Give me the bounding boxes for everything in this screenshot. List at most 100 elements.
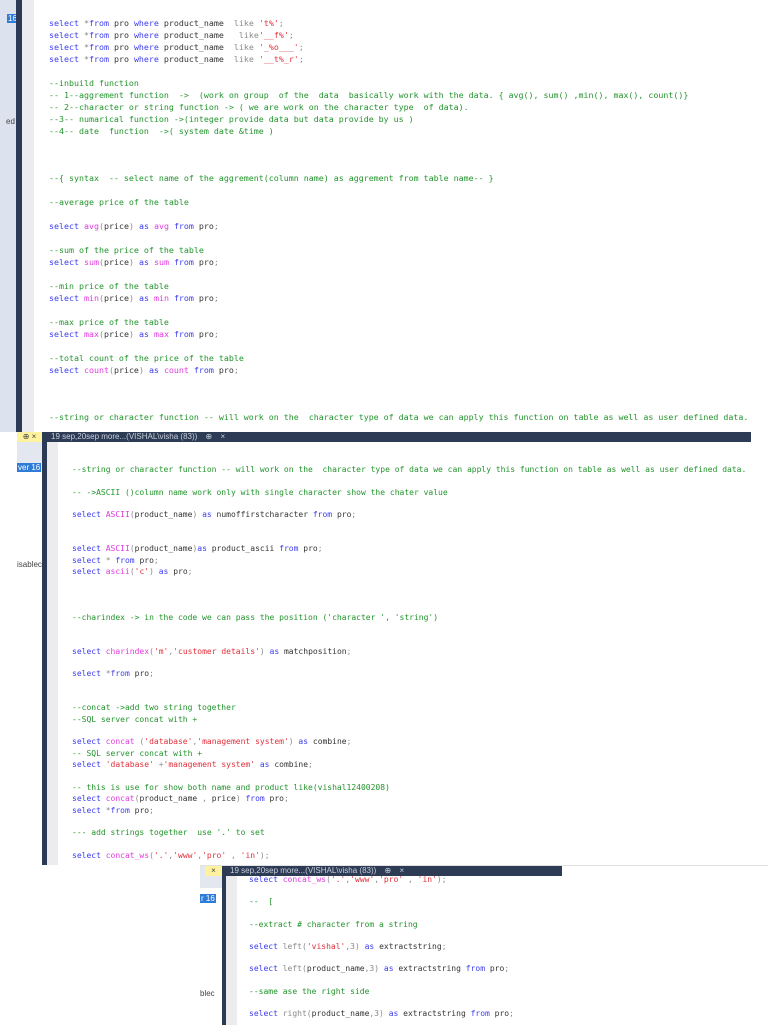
keyword-token: from — [279, 544, 304, 554]
identifier-token: product_ascii — [211, 544, 280, 554]
pinned-tab[interactable]: × — [205, 866, 222, 876]
code-line[interactable]: -- this is use for show both name and pr… — [72, 783, 390, 792]
code-line[interactable]: select *from pro where product_name like… — [49, 18, 284, 28]
code-line[interactable]: select concat_ws('.','www','pro' , 'in')… — [249, 875, 447, 884]
code-line[interactable]: --max price of the table — [49, 317, 169, 327]
code-line[interactable]: --- add strings together use '.' to set — [72, 828, 265, 837]
keyword-token: select — [49, 41, 84, 52]
identifier-token: pro — [198, 292, 214, 303]
tab-title[interactable]: 19 sep,20sep more...(VISHAL\visha (83)) — [230, 866, 376, 875]
code-line[interactable]: select concat_ws('.','www','pro' , 'in')… — [72, 851, 270, 860]
code-line[interactable]: select * from pro; — [72, 556, 159, 565]
code-line[interactable]: select min(price) as min from pro; — [49, 293, 219, 303]
operator-token: left( — [282, 941, 307, 951]
operator-token: ); — [436, 875, 447, 884]
operator-token: ; — [298, 53, 304, 64]
code-line[interactable]: -- [ — [249, 897, 273, 906]
code-line[interactable]: --average price of the table — [49, 197, 189, 207]
string-literal-token: '__f%' — [258, 29, 289, 40]
keyword-token: where — [133, 29, 164, 40]
code-line[interactable]: select count(price) as count from pro; — [49, 365, 239, 375]
keyword-token: from — [312, 510, 337, 520]
function-token: min — [153, 292, 174, 303]
keyword-token: as — [138, 292, 154, 303]
code-editor[interactable]: select concat_ws('.','www','pro' , 'in')… — [249, 875, 768, 1025]
identifier-token: product_name — [306, 964, 365, 974]
pin-icon[interactable]: ⊕ — [385, 866, 392, 875]
keyword-token: select — [49, 18, 84, 28]
identifier-token: product_name — [163, 53, 234, 64]
function-token: concat — [105, 737, 140, 747]
code-editor[interactable]: --string or character function -- will w… — [72, 465, 751, 865]
code-line[interactable]: select ascii('c') as pro; — [72, 567, 192, 576]
code-line[interactable]: -- 2--character or string function -> ( … — [49, 102, 469, 112]
code-line[interactable]: --total count of the price of the table — [49, 353, 244, 363]
code-line[interactable]: select left(product_name,3) as extractst… — [249, 964, 509, 973]
identifier-token: pro — [113, 18, 134, 28]
operator-token: ) — [128, 257, 139, 267]
code-line[interactable]: --charindex -> in the code we can pass t… — [72, 613, 438, 622]
operator-token: ; — [441, 941, 447, 951]
keyword-token: from — [88, 53, 114, 64]
keyword-token: as — [388, 1008, 404, 1018]
code-line[interactable]: select charindex('m','customer details')… — [72, 647, 351, 656]
string-literal-token: 'www' — [173, 850, 198, 860]
code-line[interactable]: --concat ->add two string together — [72, 703, 236, 712]
code-line[interactable]: --extract # character from a string — [249, 920, 418, 929]
code-line[interactable]: select avg(price) as avg from pro; — [49, 221, 219, 231]
code-line[interactable]: --min price of the table — [49, 281, 169, 291]
operator-token: , — [408, 875, 418, 884]
identifier-token: numoffirstcharacter — [216, 510, 313, 520]
code-line[interactable]: -- SQL server concat with + — [72, 749, 202, 758]
code-line[interactable]: select ASCII(product_name)as product_asc… — [72, 544, 323, 553]
keyword-token: as — [138, 221, 154, 232]
code-line[interactable]: --inbuild function — [49, 78, 139, 88]
server-node-selected[interactable]: r 16 — [200, 894, 216, 903]
tree-node-partial[interactable]: ed — [6, 117, 15, 126]
code-line[interactable]: select concat ('database','management sy… — [72, 737, 351, 746]
code-line[interactable]: -- ->ASCII ()column name work only with … — [72, 488, 448, 497]
code-line[interactable]: select 'database' +'management system' a… — [72, 760, 313, 769]
pin-icon[interactable]: ⊕ — [23, 432, 30, 441]
code-line[interactable]: select right(product_name,3) as extracts… — [249, 1009, 514, 1018]
code-line[interactable]: select *from pro; — [72, 806, 154, 815]
code-line[interactable]: --{ syntax -- select name of the aggreme… — [49, 173, 494, 183]
close-icon[interactable]: × — [399, 866, 404, 875]
code-line[interactable]: --SQL server concat with + — [72, 715, 197, 724]
code-line[interactable]: --3-- numarical function ->(integer prov… — [49, 114, 414, 124]
code-line[interactable]: select *from pro where product_name like… — [49, 54, 304, 64]
tab-title[interactable]: 19 sep,20sep more...(VISHAL\visha (83)) — [51, 432, 197, 441]
code-line[interactable]: select *from pro where product_name like… — [49, 30, 294, 40]
code-line[interactable]: --4-- date function ->( system date &tim… — [49, 126, 274, 136]
identifier-token: product_name — [163, 18, 234, 28]
pin-icon[interactable]: ⊕ — [206, 432, 213, 441]
comment-token: --4-- date function ->( system date &tim… — [49, 125, 274, 136]
code-editor[interactable]: select *from pro where product_name like… — [49, 18, 768, 432]
close-icon[interactable]: × — [211, 866, 216, 875]
code-line[interactable]: select left('vishal',3) as extractstring… — [249, 942, 447, 951]
code-line[interactable]: select *from pro; — [72, 669, 154, 678]
query-tab[interactable]: 19 sep,20sep more...(VISHAL\visha (83)) … — [47, 432, 751, 442]
tree-node-partial[interactable]: blec — [200, 989, 215, 998]
close-icon[interactable]: × — [32, 432, 37, 441]
code-line[interactable]: --sum of the price of the table — [49, 245, 204, 255]
code-line[interactable]: select sum(price) as sum from pro; — [49, 257, 219, 267]
close-icon[interactable]: × — [220, 432, 225, 441]
pinned-tab[interactable]: ⊕ × — [17, 432, 42, 442]
editor-panel-2: ⊕ × ver 16 isablec 19 sep,20sep more...(… — [17, 432, 751, 865]
code-line[interactable]: select ASCII(product_name) as numoffirst… — [72, 510, 356, 519]
code-line[interactable]: --string or character function -- will w… — [72, 465, 746, 474]
code-line[interactable]: -- 1--aggrement function -> (work on gro… — [49, 90, 688, 100]
keyword-token: as — [158, 567, 174, 577]
tree-node-partial[interactable]: isablec — [17, 560, 42, 569]
comment-token: --min price of the table — [49, 280, 169, 291]
code-line[interactable]: --string or character function -- will w… — [49, 412, 748, 422]
code-line[interactable]: select *from pro where product_name like… — [49, 42, 304, 52]
function-token: sum — [83, 257, 99, 267]
server-node-selected[interactable]: ver 16 — [17, 463, 42, 472]
code-line[interactable]: select concat(product_name , price) from… — [72, 794, 289, 803]
identifier-token: product_name — [134, 544, 193, 554]
code-line[interactable]: --same ase the right side — [249, 987, 369, 996]
code-line[interactable]: select max(price) as max from pro; — [49, 329, 219, 339]
operator-token: ) — [192, 510, 203, 520]
